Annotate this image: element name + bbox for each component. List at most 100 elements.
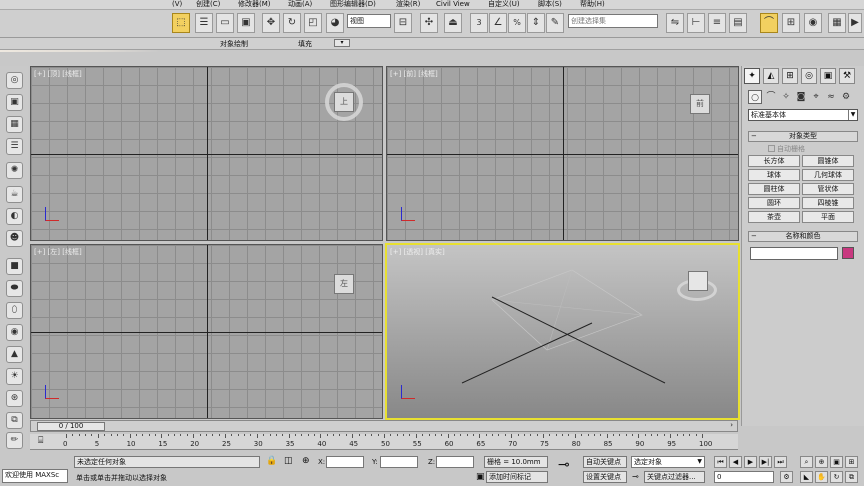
key-icon[interactable]: ⊸	[558, 457, 570, 473]
viewcube[interactable]: 上	[334, 92, 354, 112]
percent-snap-icon[interactable]: %	[508, 13, 526, 33]
zoom-extents-all-icon[interactable]: ⊞	[845, 456, 858, 468]
menu-customize[interactable]: 自定义(U)	[488, 0, 520, 9]
select-region-icon[interactable]: ▭	[216, 13, 234, 33]
cylinder-button[interactable]: 圆柱体	[748, 183, 800, 195]
menu-modifiers[interactable]: 修改器(M)	[238, 0, 271, 9]
object-name-input[interactable]	[750, 247, 838, 260]
menu-graph-editors[interactable]: 图形编辑器(D)	[330, 0, 376, 9]
add-time-tag[interactable]: 添加时间标记	[486, 471, 548, 483]
category-select[interactable]: 标准基本体 ▼	[748, 109, 858, 121]
select-manipulate-icon[interactable]: ✣	[420, 13, 438, 33]
go-to-end-icon[interactable]: ⏭	[774, 456, 787, 468]
viewport-tools-icon[interactable]: ◎	[6, 72, 23, 89]
name-color-rollout[interactable]: − 名称和颜色	[748, 231, 858, 242]
y-coordinate-field[interactable]	[380, 456, 418, 468]
track-bar[interactable]: 0 5 10 15 20 25 30 35 40 45 50 55 60 65 70 75 80 85 90 95 10…	[30, 434, 738, 450]
cone-button[interactable]: 圆锥体	[802, 155, 854, 167]
auto-key-button[interactable]: 自动关键点	[583, 456, 627, 468]
open-mini-curve-editor-icon[interactable]: ⌸	[38, 436, 43, 446]
render-icon[interactable]: ▶	[848, 13, 862, 33]
geosphere-button[interactable]: 几何球体	[802, 169, 854, 181]
edit-named-selection-icon[interactable]: ✎	[546, 13, 564, 33]
paint-icon[interactable]: ✏	[6, 432, 23, 449]
lock-icon[interactable]: 🔒	[266, 456, 277, 466]
eye-icon[interactable]: ◉	[6, 324, 23, 341]
viewport-front[interactable]: [+] [前] [线框] 前	[386, 66, 739, 241]
spinner-snap-icon[interactable]: ⇕	[527, 13, 545, 33]
field-of-view-icon[interactable]: ◣	[800, 471, 813, 483]
play-icon[interactable]: ▶	[744, 456, 757, 468]
shapes-icon[interactable]: ⌒	[764, 90, 778, 104]
torus-button[interactable]: 圆环	[748, 197, 800, 209]
menu-scripting[interactable]: 脚本(S)	[538, 0, 562, 9]
time-tag-icon[interactable]: ▣	[476, 472, 485, 482]
utilities-tab-icon[interactable]: ⚒	[839, 68, 855, 84]
select-by-name-icon[interactable]: ☰	[195, 13, 213, 33]
menu-create[interactable]: 创建(C)	[196, 0, 220, 9]
zoom-all-icon[interactable]: ⊕	[815, 456, 828, 468]
viewcube[interactable]: 左	[334, 274, 354, 294]
next-frame-icon[interactable]: ▶|	[759, 456, 772, 468]
maximize-viewport-icon[interactable]: ⧉	[845, 471, 858, 483]
time-slider-thumb[interactable]: 0 / 100	[37, 422, 105, 431]
cameras-icon[interactable]: ◙	[794, 90, 808, 104]
character-icon[interactable]: ☻	[6, 230, 23, 247]
cone-icon[interactable]: ▲	[6, 346, 23, 363]
select-object-icon[interactable]: ⬚	[172, 13, 190, 33]
key-filters-button[interactable]: 关键点过滤器...	[644, 471, 705, 483]
fill-label[interactable]: 填充	[298, 39, 312, 49]
time-slider[interactable]: 0 / 100 ›	[30, 420, 738, 432]
named-selection-field[interactable]: 创建选择集	[568, 14, 658, 28]
auto-grid-checkbox[interactable]: 自动栅格	[768, 144, 805, 154]
window-crossing-icon[interactable]: ▣	[237, 13, 255, 33]
curve-editor-icon[interactable]: ⌒	[760, 13, 778, 33]
sun-icon[interactable]: ☀	[6, 368, 23, 385]
box-icon[interactable]: ■	[6, 258, 23, 275]
list-icon[interactable]: ☰	[6, 138, 23, 155]
plane-button[interactable]: 平面	[802, 211, 854, 223]
helpers-icon[interactable]: ⌖	[809, 90, 823, 104]
absolute-mode-icon[interactable]: ⊕	[302, 456, 310, 466]
rotate-icon[interactable]: ↻	[283, 13, 301, 33]
next-frame-icon[interactable]: ›	[730, 421, 733, 429]
teapot-button[interactable]: 茶壶	[748, 211, 800, 223]
x-coordinate-field[interactable]	[326, 456, 364, 468]
orbit-icon[interactable]: ↻	[830, 471, 843, 483]
keyboard-shortcut-icon[interactable]: ⏏	[444, 13, 462, 33]
render-frame-icon[interactable]: ▣	[6, 94, 23, 111]
viewport-label[interactable]: [+] [前] [线框]	[390, 69, 438, 79]
menu-civil-view[interactable]: Civil View	[436, 0, 470, 9]
viewport-top[interactable]: [+] [顶] [线框] 上	[30, 66, 383, 241]
ribbon-dropdown-icon[interactable]: ▾	[334, 39, 350, 47]
systems-icon[interactable]: ⚙	[839, 90, 853, 104]
key-filter-select[interactable]: 选定对象 ▼	[631, 456, 705, 468]
modify-tab-icon[interactable]: ◭	[763, 68, 779, 84]
cubes-icon[interactable]: ⧉	[6, 412, 23, 429]
viewcube[interactable]: 前	[690, 94, 710, 114]
angle-snap-icon[interactable]: ∠	[489, 13, 507, 33]
box-button[interactable]: 长方体	[748, 155, 800, 167]
cylinder-icon[interactable]: ⬬	[6, 280, 23, 297]
render-setup-icon[interactable]: ▦	[828, 13, 846, 33]
layer-icon[interactable]: ≡	[708, 13, 726, 33]
isolate-icon[interactable]: ◫	[284, 456, 293, 466]
wheel-icon[interactable]: ⊛	[6, 390, 23, 407]
sphere-button[interactable]: 球体	[748, 169, 800, 181]
light-bulb-icon[interactable]: ✺	[6, 162, 23, 179]
move-icon[interactable]: ✥	[262, 13, 280, 33]
current-frame-field[interactable]: 0	[714, 471, 774, 483]
set-key-button[interactable]: 设置关键点	[583, 471, 627, 483]
reference-coord-select[interactable]: 视图	[347, 14, 391, 28]
zoom-icon[interactable]: ⌕	[800, 456, 813, 468]
mirror-icon[interactable]: ⇋	[666, 13, 684, 33]
ribbon-toggle-icon[interactable]: ▤	[729, 13, 747, 33]
object-paint-label[interactable]: 对象绘制	[220, 39, 248, 49]
align-icon[interactable]: ⊢	[687, 13, 705, 33]
menu-rendering[interactable]: 渲染(R)	[396, 0, 420, 9]
calculator-icon[interactable]: ▦	[6, 116, 23, 133]
sphere-icon[interactable]: ◐	[6, 208, 23, 225]
previous-frame-icon[interactable]: ◀	[729, 456, 742, 468]
pyramid-button[interactable]: 四棱锥	[802, 197, 854, 209]
schematic-view-icon[interactable]: ⊞	[782, 13, 800, 33]
